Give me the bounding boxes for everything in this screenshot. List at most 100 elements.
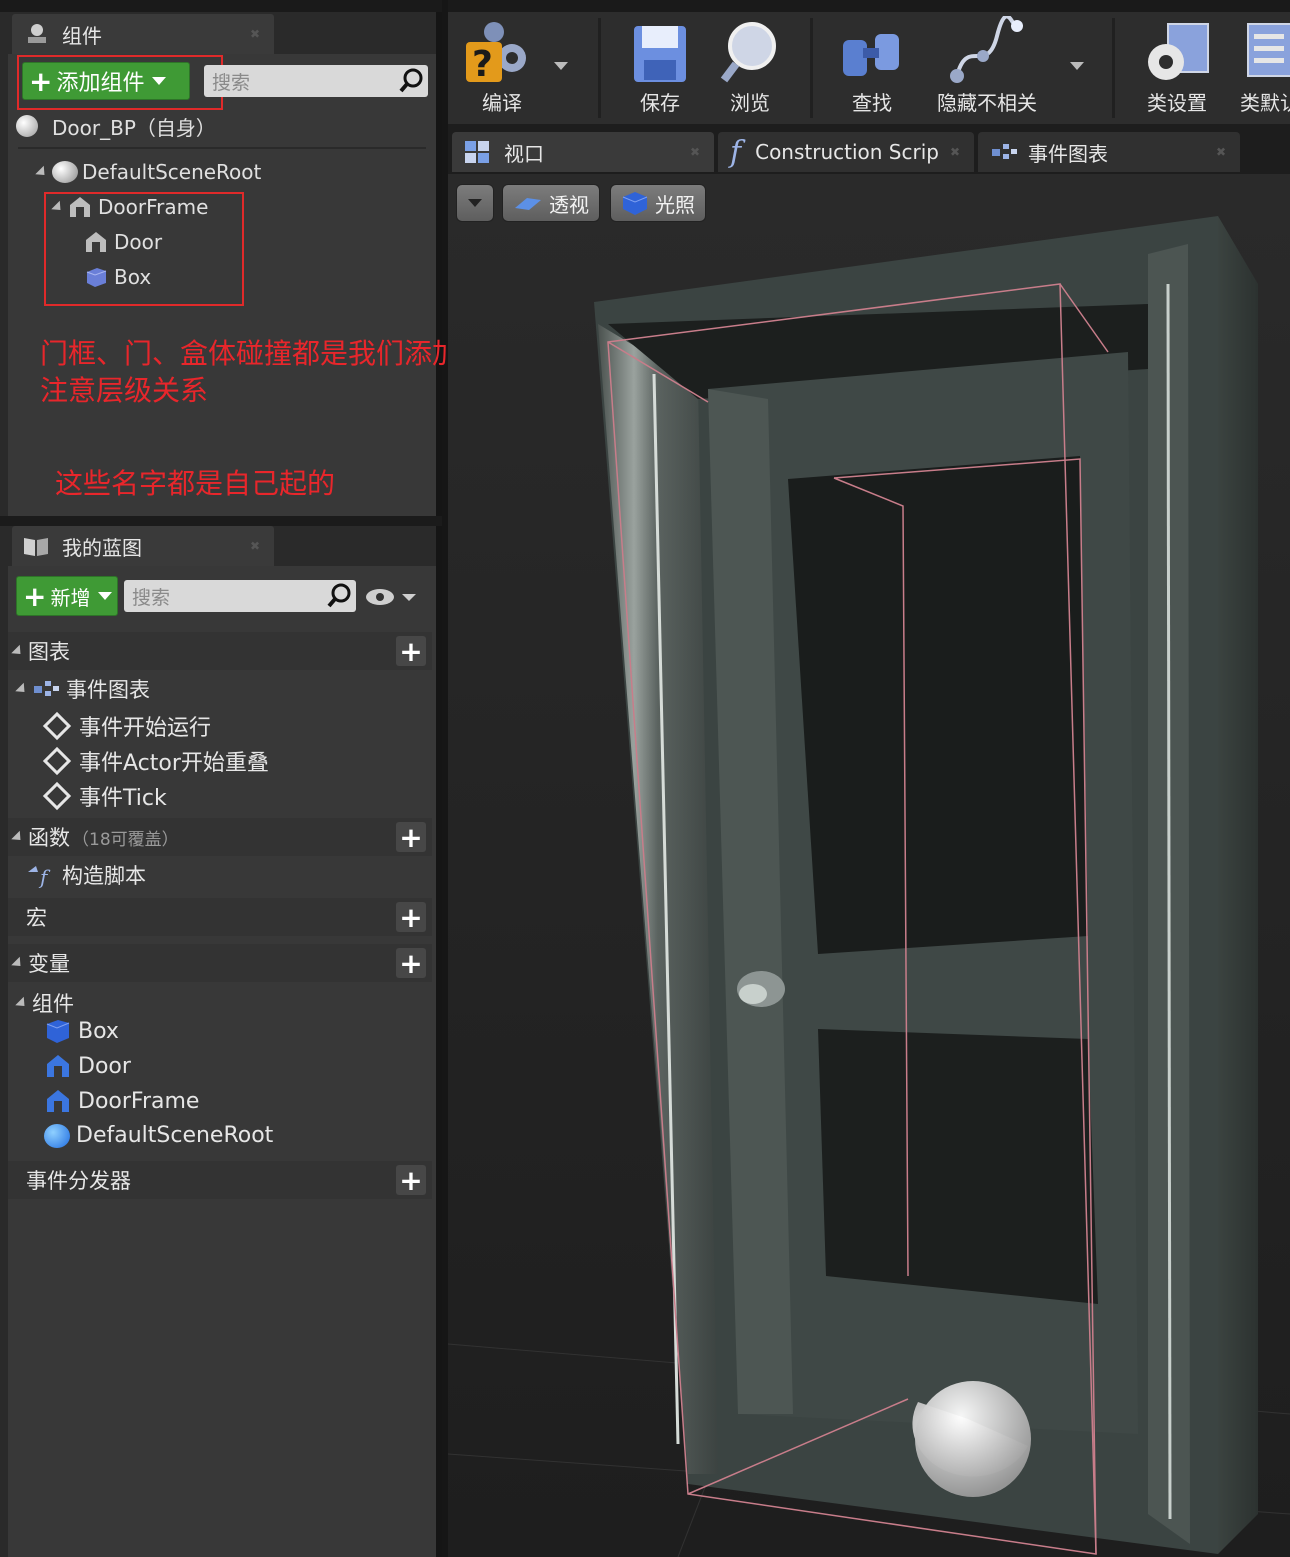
close-icon[interactable]: ✖ <box>1216 145 1226 159</box>
class-settings-icon <box>1148 23 1209 80</box>
component-variable-box[interactable]: Box <box>44 1018 119 1044</box>
scene-root-icon <box>52 161 78 183</box>
search-placeholder: 搜索 <box>132 586 171 609</box>
event-item[interactable]: 事件开始运行 <box>42 710 212 742</box>
components-search-input[interactable]: 搜索 <box>204 65 428 97</box>
component-variable-label: Door <box>78 1053 131 1079</box>
tab-construction-script[interactable]: f Construction Scrip ✖ <box>718 132 974 172</box>
hide-unrelated-label: 隐藏不相关 <box>937 91 1037 115</box>
close-icon[interactable]: ✖ <box>250 539 260 553</box>
event-diamond-icon <box>42 711 72 741</box>
annotation-line-2: 注意层级关系 <box>40 374 209 407</box>
tab-my-blueprint-label: 我的蓝图 <box>62 535 142 560</box>
section-graphs[interactable]: 图表 + <box>8 632 432 670</box>
perspective-icon <box>515 198 541 210</box>
event-label: 事件Actor开始重叠 <box>79 751 269 776</box>
search-icon <box>327 583 351 608</box>
self-item-label: Door_BP（自身） <box>52 115 216 140</box>
components-category[interactable]: 组件 <box>12 988 74 1018</box>
plus-icon: + <box>23 579 47 613</box>
expand-arrow-icon <box>11 644 25 658</box>
close-icon[interactable]: ✖ <box>690 145 700 159</box>
new-button-label: 新增 <box>50 585 91 610</box>
section-label: 函数 <box>28 826 70 850</box>
component-variable-label: DefaultSceneRoot <box>76 1123 274 1148</box>
compile-icon: ? <box>466 22 526 85</box>
tab-event-graph[interactable]: 事件图表 ✖ <box>978 132 1240 172</box>
viewport[interactable]: 透视 光照 <box>448 174 1290 1557</box>
svg-text:?: ? <box>472 44 493 85</box>
event-label: 事件开始运行 <box>79 716 212 741</box>
hide-unrelated-button[interactable]: 隐藏不相关 <box>922 12 1052 124</box>
add-function-button[interactable]: + <box>396 821 426 854</box>
perspective-button[interactable]: 透视 <box>502 184 600 222</box>
expand-arrow-icon <box>15 996 29 1010</box>
components-icon <box>28 24 46 43</box>
lit-label: 光照 <box>655 192 695 217</box>
event-graph-item[interactable]: 事件图表 <box>12 674 150 704</box>
component-variable-door[interactable]: Door <box>44 1053 131 1079</box>
self-item[interactable]: Door_BP（自身） <box>16 112 216 140</box>
compile-options-chevron-icon[interactable] <box>554 62 568 70</box>
section-event-dispatchers[interactable]: 事件分发器 + <box>8 1161 432 1199</box>
viewport-options-button[interactable] <box>456 184 494 222</box>
find-label: 查找 <box>852 91 892 115</box>
expand-arrow-icon <box>11 956 25 970</box>
toolbar-separator <box>810 18 813 118</box>
functions-overridable-count: （18可覆盖） <box>72 829 179 850</box>
hide-unrelated-icon <box>950 16 1023 83</box>
add-graph-button[interactable]: + <box>396 635 426 668</box>
event-item[interactable]: 事件Actor开始重叠 <box>42 745 269 777</box>
close-icon[interactable]: ✖ <box>950 145 960 159</box>
browse-button[interactable]: 浏览 <box>710 12 790 124</box>
find-button[interactable]: 查找 <box>832 12 912 124</box>
hide-unrelated-chevron-icon[interactable] <box>1070 62 1084 70</box>
tab-components-label: 组件 <box>62 23 102 48</box>
section-functions[interactable]: 函数 （18可覆盖） + <box>8 818 432 856</box>
static-mesh-icon <box>47 1055 69 1077</box>
chevron-down-icon <box>98 592 113 600</box>
construction-script-item[interactable]: f 构造脚本 <box>26 860 146 890</box>
close-icon[interactable]: ✖ <box>250 27 260 41</box>
tree-item-defaultsceneroot[interactable]: DefaultSceneRoot <box>32 158 261 186</box>
eye-visibility-icon[interactable] <box>364 584 420 610</box>
component-variable-doorframe[interactable]: DoorFrame <box>44 1088 199 1114</box>
compile-button[interactable]: ? 编译 <box>456 12 548 124</box>
new-button[interactable]: + 新增 <box>16 576 118 616</box>
document-tabs: 视口 ✖ f Construction Scrip ✖ 事件图表 ✖ <box>448 124 1290 174</box>
add-variable-button[interactable]: + <box>396 947 426 980</box>
section-macros[interactable]: 宏 + <box>8 898 432 936</box>
add-dispatcher-button[interactable]: + <box>396 1164 426 1197</box>
annotation-line-3: 这些名字都是自己起的 <box>55 467 336 500</box>
tab-components[interactable]: 组件 ✖ <box>12 14 274 54</box>
expand-arrow-icon <box>11 830 25 844</box>
add-macro-button[interactable]: + <box>396 901 426 934</box>
search-icon <box>399 68 423 93</box>
browse-magnifier-icon <box>720 22 776 83</box>
blueprint-search-input[interactable]: 搜索 <box>124 580 356 612</box>
component-variable-defaultsceneroot[interactable]: DefaultSceneRoot <box>44 1123 273 1148</box>
sphere-icon <box>16 115 38 137</box>
class-settings-button[interactable]: 类设置 <box>1132 12 1222 124</box>
perspective-label: 透视 <box>549 192 589 217</box>
chevron-down-icon <box>468 199 482 207</box>
toolbar: ? 编译 保存 浏览 查找 隐藏不相关 类设置 类默 <box>448 12 1290 124</box>
tree-item-label: DefaultSceneRoot <box>82 160 262 184</box>
save-label: 保存 <box>640 91 680 115</box>
class-defaults-label: 类默认 <box>1240 91 1290 115</box>
event-item[interactable]: 事件Tick <box>42 780 167 812</box>
left-panel: 组件 ✖ + 添加组件 搜索 Door_BP（自身） DefaultSceneR… <box>0 0 544 1557</box>
class-defaults-button[interactable]: 类默认 <box>1234 12 1290 124</box>
section-variables[interactable]: 变量 + <box>8 944 432 982</box>
tab-label: Construction Scrip <box>755 140 939 164</box>
component-variable-label: DoorFrame <box>78 1088 200 1114</box>
lit-mode-button[interactable]: 光照 <box>610 184 706 222</box>
tab-my-blueprint[interactable]: 我的蓝图 ✖ <box>12 526 274 566</box>
static-mesh-icon <box>47 1090 69 1112</box>
panel-separator <box>0 516 442 526</box>
tab-viewport[interactable]: 视口 ✖ <box>452 132 714 172</box>
binoculars-icon <box>843 34 899 76</box>
scene-root-icon <box>44 1123 70 1148</box>
menu-bar-strip <box>448 0 1290 12</box>
save-button[interactable]: 保存 <box>620 12 700 124</box>
